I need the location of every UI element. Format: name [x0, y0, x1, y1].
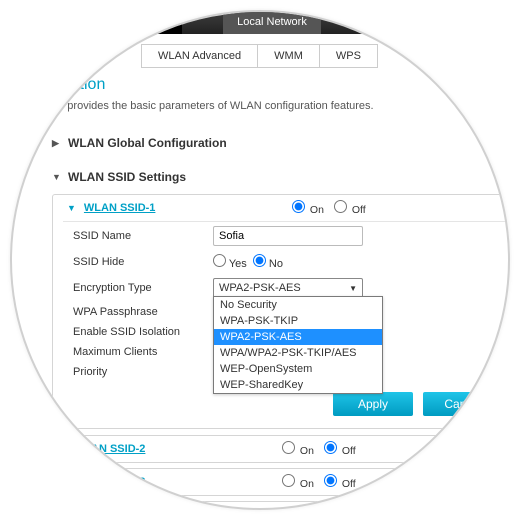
ssid1-off-radio[interactable]: Off	[330, 200, 366, 216]
enc-opt-wpa2-psk-aes[interactable]: WPA2-PSK-AES	[214, 329, 382, 345]
enc-opt-wpa-psk-tkip[interactable]: WPA-PSK-TKIP	[214, 313, 382, 329]
apply-button[interactable]: Apply	[333, 392, 413, 416]
ssid4-row[interactable]: ▶ WLAN SSID-4 On Off	[52, 501, 510, 510]
page-desc: ge provides the basic parameters of WLAN…	[52, 100, 510, 112]
label-wpa-passphrase: WPA Passphrase	[73, 306, 213, 318]
encryption-dropdown: No Security WPA-PSK-TKIP WPA2-PSK-AES WP…	[213, 296, 383, 394]
encryption-select[interactable]: WPA2-PSK-AES ▼	[213, 278, 363, 298]
ssid1-title[interactable]: WLAN SSID-1	[84, 202, 156, 214]
enc-opt-no-security[interactable]: No Security	[214, 297, 382, 313]
label-max-clients: Maximum Clients	[73, 346, 213, 358]
ssid2-title: WLAN SSID-2	[74, 443, 146, 455]
ssid4-off-radio[interactable]: Off	[320, 507, 356, 510]
label-ssid-hide: SSID Hide	[73, 256, 213, 268]
chevron-down-icon: ▼	[52, 172, 62, 182]
enc-opt-wep-open[interactable]: WEP-OpenSystem	[214, 361, 382, 377]
ssid1-panel: ▼ WLAN SSID-1 On Off SSID Name SSID Hide…	[52, 194, 510, 429]
ssid3-title: WLAN SSID-3	[74, 476, 146, 488]
hide-no-radio[interactable]: No	[253, 254, 283, 270]
hide-yes-radio[interactable]: Yes	[213, 254, 247, 270]
ssid1-on-radio[interactable]: On	[288, 200, 324, 216]
tab-wmm[interactable]: WMM	[257, 44, 320, 68]
ssid4-on-radio[interactable]: On	[278, 507, 314, 510]
label-priority: Priority	[73, 366, 213, 378]
ssid3-row[interactable]: ▶ WLAN SSID-3 On Off	[52, 468, 510, 496]
page-title: rmation	[52, 76, 510, 94]
tab-wlan-advanced[interactable]: WLAN Advanced	[141, 44, 258, 68]
chevron-right-icon: ▶	[52, 138, 62, 149]
ssid4-title: WLAN SSID-4	[74, 509, 146, 510]
tab-wps[interactable]: WPS	[319, 44, 378, 68]
section-ssid-settings[interactable]: ▼ WLAN SSID Settings	[52, 164, 510, 190]
ssid3-off-radio[interactable]: Off	[320, 474, 356, 490]
label-ssid-name: SSID Name	[73, 230, 213, 242]
ssid-name-input[interactable]	[213, 226, 363, 246]
label-encryption-type: Encryption Type	[73, 282, 213, 294]
enc-opt-wpa-wpa2-mixed[interactable]: WPA/WPA2-PSK-TKIP/AES	[214, 345, 382, 361]
chevron-right-icon: ▶	[59, 444, 66, 455]
chevron-right-icon: ▶	[59, 510, 66, 511]
label-ssid-isolation: Enable SSID Isolation	[73, 326, 213, 338]
encryption-selected: WPA2-PSK-AES	[219, 282, 301, 294]
section-global-title: WLAN Global Configuration	[68, 136, 227, 150]
ssid2-on-radio[interactable]: On	[278, 441, 314, 457]
top-bar: Local Network	[10, 10, 510, 34]
ssid2-off-radio[interactable]: Off	[320, 441, 356, 457]
chevron-down-icon: ▼	[67, 203, 76, 213]
cancel-button[interactable]: Cancel	[423, 392, 503, 416]
enc-opt-wep-shared[interactable]: WEP-SharedKey	[214, 377, 382, 393]
section-ssid-title: WLAN SSID Settings	[68, 170, 186, 184]
section-global-config[interactable]: ▶ WLAN Global Configuration	[52, 130, 510, 156]
caret-down-icon: ▼	[349, 284, 357, 293]
sub-tabs: WLAN Advanced WMM WPS	[10, 34, 510, 76]
chevron-right-icon: ▶	[59, 477, 66, 488]
ssid3-on-radio[interactable]: On	[278, 474, 314, 490]
ssid2-row[interactable]: ▶ WLAN SSID-2 On Off	[52, 435, 510, 463]
topbar-tab-local-network[interactable]: Local Network	[223, 12, 321, 34]
